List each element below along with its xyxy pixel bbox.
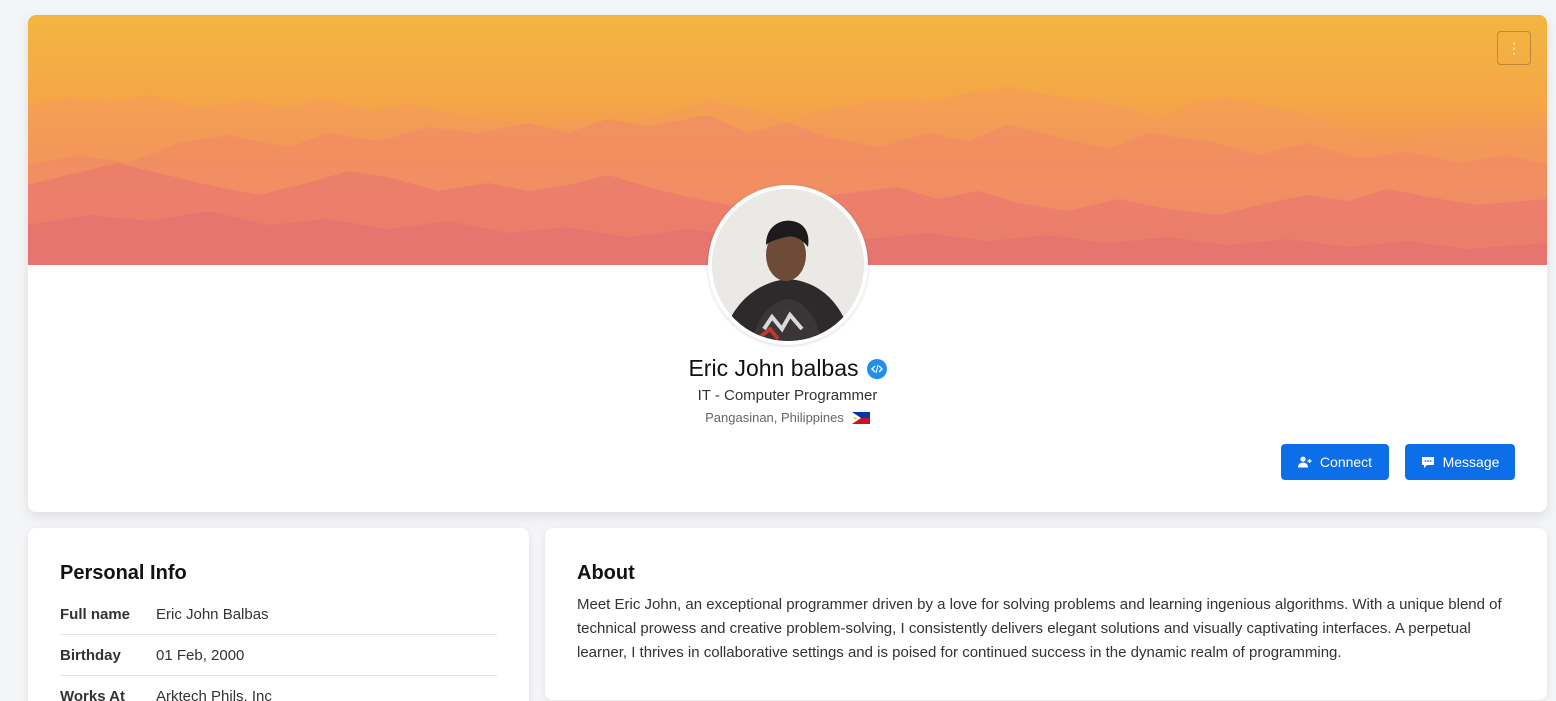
info-row-works-at: Works At Arktech Phils. Inc (60, 676, 497, 701)
kebab-menu-icon: ⋮ (1507, 40, 1521, 56)
info-label: Works At (60, 687, 126, 701)
user-plus-icon (1297, 456, 1312, 468)
message-button[interactable]: Message (1405, 444, 1515, 480)
profile-location: Pangasinan, Philippines (705, 410, 844, 425)
about-card: About Meet Eric John, an exceptional pro… (545, 528, 1547, 700)
personal-info-heading: Personal Info (60, 562, 187, 584)
profile-name-row: Eric John balbas (28, 355, 1547, 382)
code-badge-icon (866, 358, 887, 379)
info-value: Arktech Phils. Inc (156, 687, 272, 701)
philippines-flag-icon (851, 411, 870, 424)
profile-card: ⋮ Eric John balbas IT - Computer Program… (28, 15, 1547, 512)
info-row-birthday: Birthday 01 Feb, 2000 (60, 635, 497, 676)
chat-bubble-icon (1421, 456, 1435, 469)
info-label: Birthday (60, 646, 121, 664)
info-value: 01 Feb, 2000 (156, 646, 245, 664)
about-heading: About (577, 562, 635, 584)
info-row-full-name: Full name Eric John Balbas (60, 594, 497, 635)
profile-location-row: Pangasinan, Philippines (28, 410, 1547, 425)
info-value: Eric John Balbas (156, 605, 269, 623)
profile-title: IT - Computer Programmer (697, 387, 878, 404)
about-text: Meet Eric John, an exceptional programme… (577, 596, 1502, 661)
profile-name: Eric John balbas (688, 355, 859, 381)
connect-label: Connect (1319, 454, 1373, 470)
avatar (708, 185, 868, 345)
info-label: Full name (60, 605, 131, 623)
message-label: Message (1442, 454, 1500, 470)
personal-info-card: Personal Info Full name Eric John Balbas… (28, 528, 529, 701)
more-options-button[interactable]: ⋮ (1497, 31, 1531, 65)
connect-button[interactable]: Connect (1281, 444, 1389, 480)
